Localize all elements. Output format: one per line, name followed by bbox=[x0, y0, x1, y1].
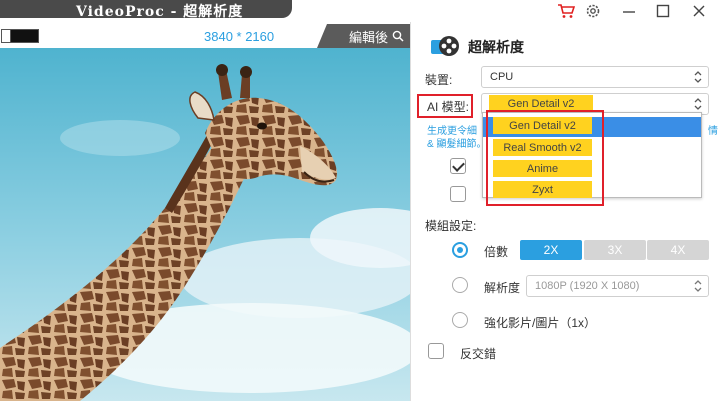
giraffe-image bbox=[0, 48, 410, 401]
chevron-updown-icon bbox=[694, 71, 702, 83]
option-checkbox-2[interactable] bbox=[450, 186, 466, 202]
title-pill: VideoProc - 超解析度 bbox=[0, 0, 292, 20]
hint-text-tail: 情 bbox=[708, 126, 718, 137]
scale-2x-button[interactable]: 2X bbox=[520, 240, 582, 260]
module-settings-label: 模組設定: bbox=[425, 219, 477, 233]
compare-after-half bbox=[11, 30, 38, 42]
output-resolution: 3840 * 2160 bbox=[204, 29, 275, 44]
cart-icon[interactable] bbox=[553, 0, 579, 22]
compare-toggle[interactable] bbox=[1, 29, 39, 43]
deinterlace-label: 反交錯 bbox=[460, 347, 497, 361]
maximize-icon[interactable] bbox=[650, 0, 676, 22]
device-value: CPU bbox=[490, 71, 514, 83]
compare-before-half bbox=[2, 30, 11, 42]
scale-3x-button[interactable]: 3X bbox=[584, 240, 646, 260]
hint-text-line2: & 顯髮細節。 bbox=[427, 139, 487, 150]
edit-after-tab[interactable]: 編輯後 bbox=[317, 24, 410, 48]
chevron-updown-icon bbox=[694, 280, 702, 292]
deinterlace-checkbox[interactable] bbox=[428, 343, 444, 359]
title-bar: VideoProc - 超解析度 bbox=[0, 0, 725, 22]
resolution-label: 解析度 bbox=[484, 281, 521, 295]
film-reel-icon bbox=[429, 30, 461, 62]
resolution-select[interactable]: 1080P (1920 X 1080) bbox=[526, 275, 709, 297]
minimize-icon[interactable] bbox=[616, 0, 642, 22]
device-select[interactable]: CPU bbox=[481, 66, 709, 88]
resolution-radio[interactable] bbox=[452, 277, 468, 293]
scale-radio[interactable] bbox=[452, 242, 468, 258]
app-title: VideoProc - 超解析度 bbox=[76, 4, 244, 20]
preview-image bbox=[0, 48, 410, 401]
resolution-value: 1080P (1920 X 1080) bbox=[535, 280, 640, 292]
dropdown-options-highlight bbox=[486, 110, 604, 206]
scale-label: 倍數 bbox=[484, 245, 509, 259]
edit-after-label: 編輯後 bbox=[348, 29, 388, 45]
enhance-radio[interactable] bbox=[452, 312, 468, 328]
panel-title: 超解析度 bbox=[468, 39, 524, 55]
scale-4x-button[interactable]: 4X bbox=[647, 240, 709, 260]
device-label: 裝置: bbox=[425, 73, 453, 87]
gear-icon[interactable] bbox=[580, 0, 606, 22]
search-icon bbox=[392, 30, 404, 42]
enhance-label: 強化影片/圖片（1x） bbox=[484, 316, 597, 330]
option-checkbox-1[interactable] bbox=[450, 158, 466, 174]
ai-model-label: AI 模型: bbox=[427, 100, 470, 114]
close-icon[interactable] bbox=[686, 0, 712, 22]
chevron-updown-icon bbox=[694, 98, 702, 110]
